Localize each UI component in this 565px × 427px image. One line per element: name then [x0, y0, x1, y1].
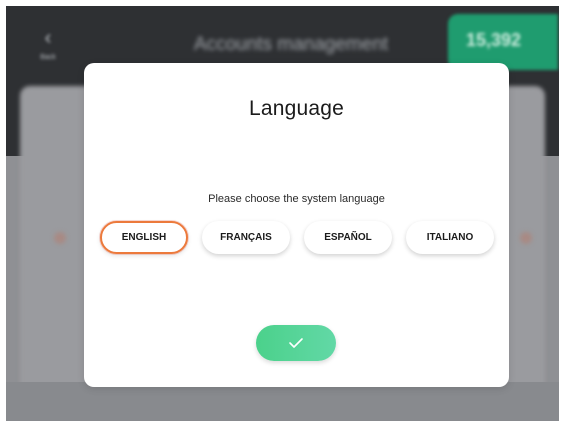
language-option-francais[interactable]: FRANÇAIS [202, 221, 290, 254]
language-option-italiano[interactable]: ITALIANO [406, 221, 494, 254]
balance-value: 15,392 [466, 30, 522, 50]
background-back-button: ‹ Back [34, 28, 62, 68]
app-screen: ‹ Back Accounts management 15,392 Langua… [6, 6, 559, 421]
back-label: Back [40, 54, 56, 61]
confirm-button[interactable] [256, 325, 336, 361]
background-balance-badge: 15,392 [448, 14, 558, 70]
language-option-english[interactable]: ENGLISH [100, 221, 188, 254]
background-title: Accounts management [193, 34, 389, 55]
background-footer [6, 382, 559, 421]
language-dialog: Language Please choose the system langua… [84, 63, 509, 387]
language-option-espanol[interactable]: ESPAÑOL [304, 221, 392, 254]
dialog-subtitle: Please choose the system language [208, 193, 385, 205]
background-left-marker [54, 232, 66, 244]
background-right-marker [520, 232, 532, 244]
language-options: ENGLISH FRANÇAIS ESPAÑOL ITALIANO [98, 221, 498, 255]
dialog-title: Language [248, 97, 345, 120]
chevron-left-icon: ‹ [44, 27, 52, 49]
checkmark-icon [289, 338, 303, 348]
